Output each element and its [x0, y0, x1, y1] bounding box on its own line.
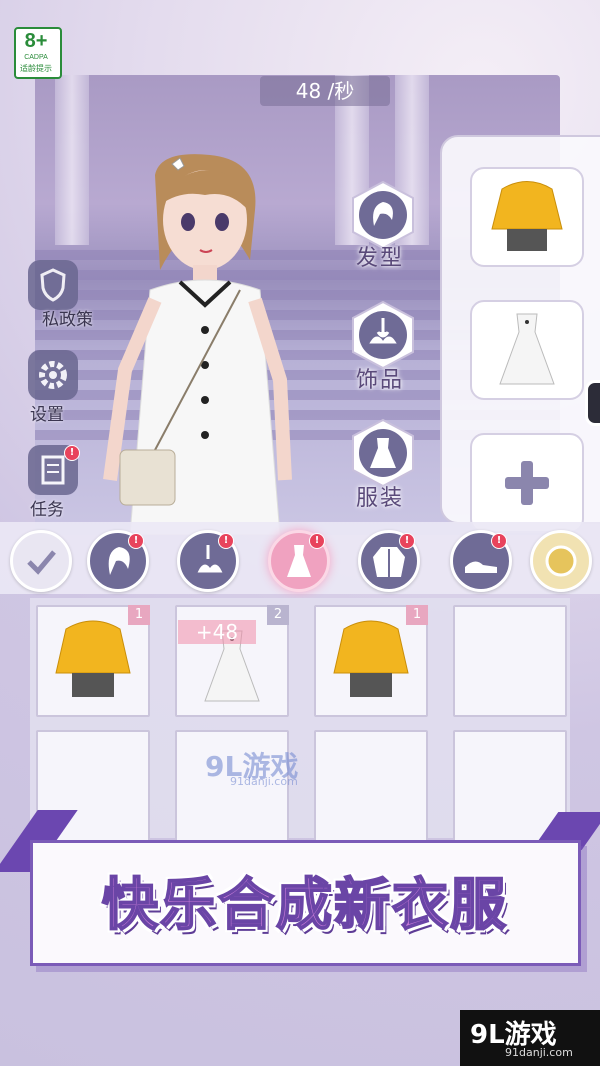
settings-label: 设置 — [30, 405, 64, 425]
settings-button[interactable] — [28, 350, 78, 400]
check-icon — [27, 550, 56, 575]
add-outfit-slot[interactable] — [470, 433, 584, 533]
yellow-hoodie-outfit-icon — [491, 181, 563, 251]
age-rating-number: 8+ — [24, 30, 48, 52]
privacy-label: 私政策 — [42, 310, 93, 330]
inventory-cell-empty[interactable] — [453, 605, 567, 717]
side-handle[interactable] — [585, 380, 600, 426]
gear-icon — [39, 361, 67, 389]
pillar — [55, 75, 89, 245]
item-level-badge: 1 — [406, 605, 428, 625]
age-rating-org: CADPA — [24, 54, 48, 61]
inventory-cell[interactable]: 1 — [36, 605, 150, 717]
accessory-category-button[interactable] — [350, 300, 416, 370]
item-level-badge: 1 — [128, 605, 150, 625]
tab-confirm[interactable] — [10, 530, 72, 592]
outfit-slot[interactable] — [470, 167, 584, 267]
tab-more[interactable] — [530, 530, 592, 592]
tab-hair-badge: ! — [128, 533, 144, 549]
hair-category-label: 发型 — [356, 246, 405, 271]
dress-category-label: 服装 — [356, 486, 405, 511]
outfit-slot[interactable] — [470, 300, 584, 400]
coin-icon — [545, 545, 577, 577]
item-level-badge: 2 — [267, 605, 289, 625]
character-avatar[interactable] — [100, 150, 330, 535]
tasks-label: 任务 — [30, 500, 64, 520]
dress-category-button[interactable] — [350, 418, 416, 488]
white-dress-icon — [499, 313, 555, 385]
tab-shoes-badge: ! — [491, 533, 507, 549]
task-badge: ! — [64, 445, 80, 461]
coin-rate-timer: 48 /秒 — [260, 76, 390, 106]
plus-icon — [505, 461, 549, 505]
promo-banner-text: 快乐合成新衣服 — [101, 872, 508, 939]
shield-icon — [40, 268, 66, 302]
inventory-cell[interactable]: 1 — [314, 605, 428, 717]
watermark-url: 91danji.com — [230, 775, 298, 788]
accessory-category-label: 饰品 — [356, 368, 405, 393]
outfit-panel — [440, 135, 600, 533]
privacy-button[interactable] — [28, 260, 78, 310]
coin-bonus-popup: +48 — [178, 620, 256, 644]
tab-dress-badge: ! — [309, 533, 325, 549]
tab-accessory-badge: ! — [218, 533, 234, 549]
age-rating-caption: 适龄提示 — [20, 64, 52, 73]
inventory-cell-empty[interactable] — [314, 730, 428, 842]
tab-coat-badge: ! — [399, 533, 415, 549]
site-logo-url: 91danji.com — [505, 1046, 573, 1059]
